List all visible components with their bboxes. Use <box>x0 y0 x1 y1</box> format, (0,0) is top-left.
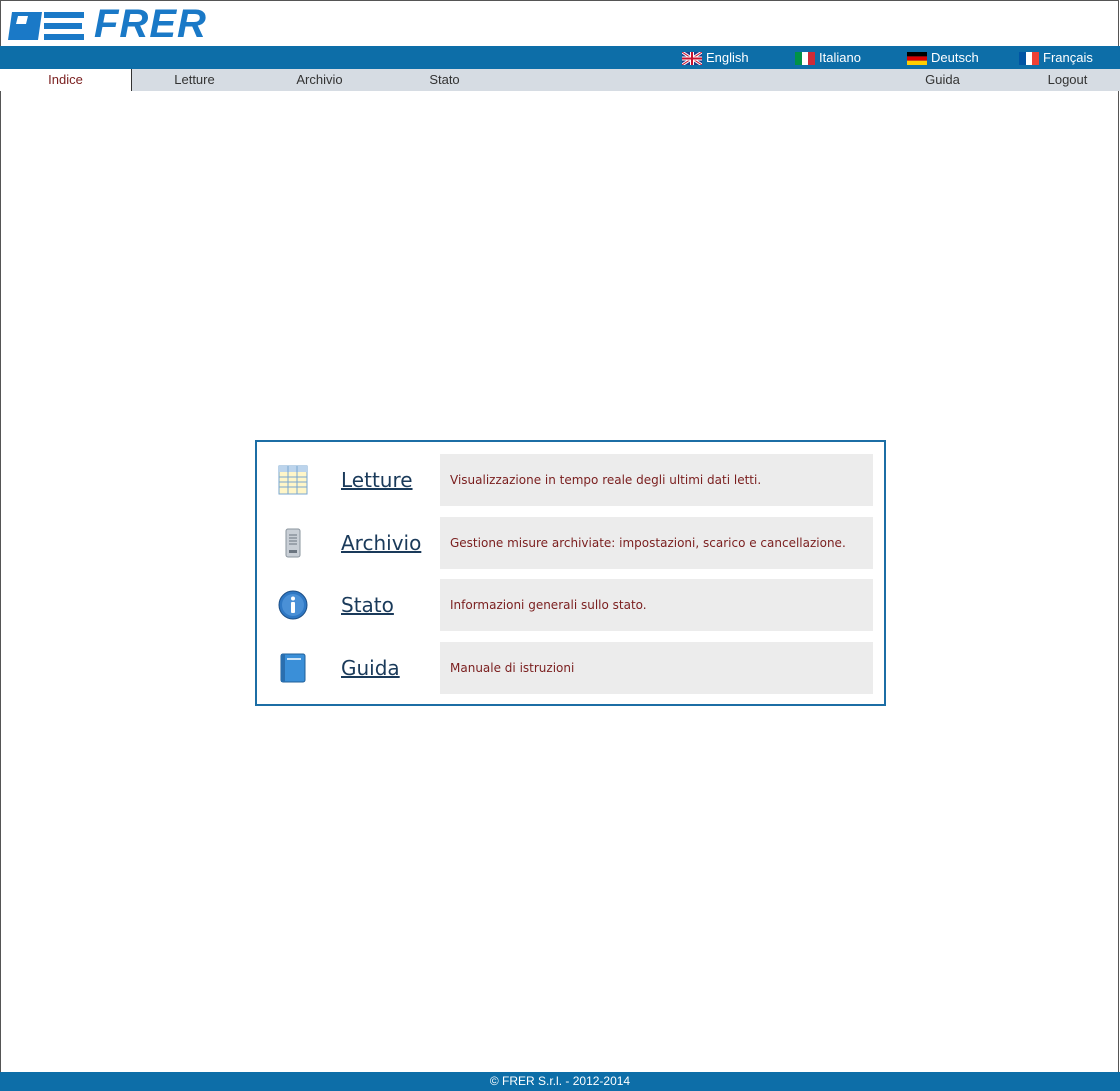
lang-deutsch[interactable]: Deutsch <box>907 49 979 67</box>
italy-flag-icon <box>795 51 815 65</box>
menu-row-guida: Guida Manuale di istruzioni <box>257 642 884 696</box>
logo-text: FRER <box>94 2 207 46</box>
lang-label: Français <box>1043 50 1093 65</box>
lang-label: Deutsch <box>931 50 979 65</box>
nav-logout[interactable]: Logout <box>1005 69 1120 91</box>
nav-archivio[interactable]: Archivio <box>257 69 382 91</box>
menu-row-stato: Stato Informazioni generali sullo stato. <box>257 579 884 633</box>
server-icon[interactable] <box>277 527 309 559</box>
brand-logo[interactable]: FRER <box>8 2 228 46</box>
letture-description: Visualizzazione in tempo reale degli ult… <box>440 454 873 506</box>
nav-indice[interactable]: Indice <box>0 69 132 91</box>
lang-italiano[interactable]: Italiano <box>795 49 861 67</box>
menu-row-letture: Letture Visualizzazione in tempo reale d… <box>257 454 884 508</box>
france-flag-icon <box>1019 51 1039 65</box>
archivio-link[interactable]: Archivio <box>341 531 421 555</box>
nav-letture[interactable]: Letture <box>132 69 257 91</box>
index-menu-panel: Letture Visualizzazione in tempo reale d… <box>255 440 886 706</box>
logo-mark-icon <box>8 12 84 40</box>
uk-flag-icon <box>682 51 702 65</box>
footer: © FRER S.r.l. - 2012-2014 <box>0 1072 1120 1091</box>
nav-guida[interactable]: Guida <box>880 69 1005 91</box>
archivio-description: Gestione misure archiviate: impostazioni… <box>440 517 873 569</box>
guida-description: Manuale di istruzioni <box>440 642 873 694</box>
table-icon[interactable] <box>277 464 309 496</box>
lang-english[interactable]: English <box>682 49 749 67</box>
guida-link[interactable]: Guida <box>341 656 400 680</box>
lang-label: Italiano <box>819 50 861 65</box>
info-icon[interactable] <box>277 589 309 621</box>
book-icon[interactable] <box>277 652 309 684</box>
letture-link[interactable]: Letture <box>341 468 413 492</box>
stato-link[interactable]: Stato <box>341 593 394 617</box>
lang-francais[interactable]: Français <box>1019 49 1093 67</box>
germany-flag-icon <box>907 51 927 65</box>
stato-description: Informazioni generali sullo stato. <box>440 579 873 631</box>
nav-stato[interactable]: Stato <box>382 69 507 91</box>
lang-label: English <box>706 50 749 65</box>
menu-row-archivio: Archivio Gestione misure archiviate: imp… <box>257 517 884 571</box>
